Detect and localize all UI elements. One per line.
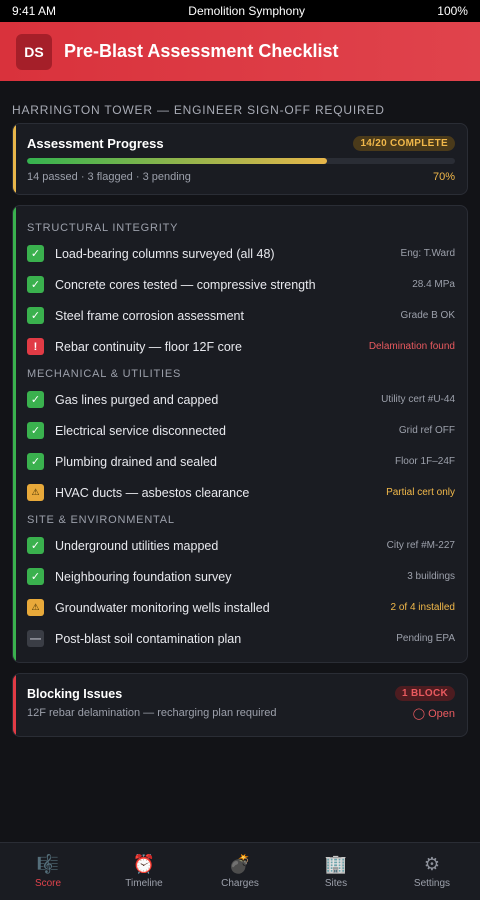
tab-label: Sites xyxy=(324,878,348,889)
progress-card: Assessment Progress 14/20 COMPLETE 14 pa… xyxy=(12,123,468,195)
progress-bar xyxy=(27,158,455,164)
checklist-item[interactable]: — Post-blast soil contamination plan Pendi… xyxy=(27,623,455,654)
checklist-status-icon[interactable]: ✓ xyxy=(27,391,44,408)
status-time: 9:41 AM xyxy=(12,4,57,18)
tab-timeline[interactable]: ⏰ Timeline xyxy=(96,843,192,900)
checklist-status-icon[interactable]: ⚠ xyxy=(27,599,44,616)
checklist-item[interactable]: ⚠ Groundwater monitoring wells installed 2… xyxy=(27,592,455,623)
checklist-item-meta: Floor 1F–24F xyxy=(394,456,455,467)
checklist-item-label: HVAC ducts — asbestos clearance xyxy=(55,485,250,500)
checklist-item-meta: City ref #M-227 xyxy=(386,540,455,551)
checklist-status-icon[interactable]: ✓ xyxy=(27,568,44,585)
checklist-item-meta: 3 buildings xyxy=(407,571,455,582)
checklist-item-label: Gas lines purged and capped xyxy=(55,392,219,407)
checklist-status-icon[interactable]: ! xyxy=(27,338,44,355)
checklist-item-meta: Grade B OK xyxy=(400,310,455,321)
checklist-item-meta: Utility cert #U-44 xyxy=(381,394,455,405)
checklist-item-label: Groundwater monitoring wells installed xyxy=(55,600,270,615)
blocking-description: 12F rebar delamination — recharging plan… xyxy=(27,707,277,719)
checklist-item-meta: 28.4 MPa xyxy=(412,279,455,290)
checklist-status-icon[interactable]: — xyxy=(27,630,44,647)
progress-title: Assessment Progress xyxy=(27,136,164,151)
checklist-item-meta: 2 of 4 installed xyxy=(390,602,456,613)
checklist-status-icon[interactable]: ✓ xyxy=(27,453,44,470)
checklist-item-label: Plumbing drained and sealed xyxy=(55,454,217,469)
charges-icon: 💣 xyxy=(228,854,252,874)
checklist-item-label: Electrical service disconnected xyxy=(55,423,226,438)
tab-settings[interactable]: ⚙ Settings xyxy=(384,843,480,900)
checklist-item[interactable]: ✓ Underground utilities mapped City ref #M… xyxy=(27,530,455,561)
checklist-item[interactable]: ! Rebar continuity — floor 12F core Delami… xyxy=(27,331,455,362)
checklist-item[interactable]: ✓ Concrete cores tested — compressive str… xyxy=(27,269,455,300)
checklist-status-icon[interactable]: ✓ xyxy=(27,422,44,439)
checklist-status-icon[interactable]: ✓ xyxy=(27,245,44,262)
checklist-item-meta: Eng: T.Ward xyxy=(400,248,455,259)
checklist-item-meta: Partial cert only xyxy=(386,487,455,498)
checklist-item-meta: Pending EPA xyxy=(396,633,455,644)
progress-percent: 70% xyxy=(432,171,455,183)
tab-label: Timeline xyxy=(125,878,163,889)
checklist-item[interactable]: ✓ Electrical service disconnected Grid ref… xyxy=(27,415,455,446)
checklist-item-label: Load-bearing columns surveyed (all 48) xyxy=(55,246,275,261)
checklist-item-meta: Grid ref OFF xyxy=(398,425,455,436)
checklist-card: STRUCTURAL INTEGRITY ✓ Load-bearing column… xyxy=(12,205,468,663)
settings-icon: ⚙ xyxy=(423,854,441,874)
bottom-tab-bar: 🎼 Score ⏰ Timeline 💣 Charges 🏢 Sites ⚙ Settings xyxy=(0,842,480,900)
checklist-item-label: Post-blast soil contamination plan xyxy=(55,631,242,646)
sites-icon: 🏢 xyxy=(324,854,348,874)
checklist-item[interactable]: ✓ Load-bearing columns surveyed (all 48) E… xyxy=(27,238,455,269)
checklist-status-icon[interactable]: ✓ xyxy=(27,307,44,324)
status-carrier: Demolition Symphony xyxy=(188,4,306,18)
checklist-item-label: Steel frame corrosion assessment xyxy=(55,308,244,323)
tab-sites[interactable]: 🏢 Sites xyxy=(288,843,384,900)
checklist-group-title: MECHANICAL & UTILITIES xyxy=(27,368,182,380)
tab-charges[interactable]: 💣 Charges xyxy=(192,843,288,900)
app-header: DS Pre-Blast Assessment Checklist xyxy=(0,22,480,81)
checklist-accent xyxy=(13,206,16,662)
app-logo-badge: DS xyxy=(16,33,52,70)
checklist-group-title: SITE & ENVIRONMENTAL xyxy=(27,514,175,526)
checklist-status-icon[interactable]: ⚠ xyxy=(27,484,44,501)
checklist-item-label: Underground utilities mapped xyxy=(55,538,219,553)
checklist-item[interactable]: ✓ Gas lines purged and capped Utility cert… xyxy=(27,384,455,415)
progress-badge: 14/20 COMPLETE xyxy=(353,136,455,151)
checklist-item-label: Rebar continuity — floor 12F core xyxy=(55,339,242,354)
checklist-item[interactable]: ✓ Plumbing drained and sealed Floor 1F–24F xyxy=(27,446,455,477)
checklist-status-icon[interactable]: ✓ xyxy=(27,537,44,554)
checklist-item-label: Concrete cores tested — compressive stre… xyxy=(55,277,316,292)
tab-score[interactable]: 🎼 Score xyxy=(0,843,96,900)
blocking-badge: 1 BLOCK xyxy=(395,686,455,701)
progress-accent xyxy=(13,124,16,194)
progress-summary: 14 passed · 3 flagged · 3 pending xyxy=(27,171,191,183)
blocking-issues-card[interactable]: Blocking Issues 1 BLOCK 12F rebar delami… xyxy=(12,673,468,737)
blocking-state: ◯ Open xyxy=(412,708,455,720)
status-bar: 9:41 AM Demolition Symphony 100% xyxy=(0,0,480,22)
checklist-status-icon[interactable]: ✓ xyxy=(27,276,44,293)
tab-label: Score xyxy=(34,878,62,889)
score-icon: 🎼 xyxy=(36,854,60,874)
page-title: Pre-Blast Assessment Checklist xyxy=(64,41,339,61)
blocking-title: Blocking Issues xyxy=(27,686,123,701)
checklist-item-meta: Delamination found xyxy=(368,341,455,352)
tab-label: Charges xyxy=(221,878,259,889)
checklist-item[interactable]: ⚠ HVAC ducts — asbestos clearance Partial … xyxy=(27,477,455,508)
timeline-icon: ⏰ xyxy=(132,854,156,874)
blocking-accent xyxy=(13,674,16,736)
checklist-groups: STRUCTURAL INTEGRITY ✓ Load-bearing column… xyxy=(27,218,455,654)
progress-bar-fill xyxy=(27,158,327,164)
checklist-item-label: Neighbouring foundation survey xyxy=(55,569,232,584)
tab-label: Settings xyxy=(413,878,451,889)
checklist-item[interactable]: ✓ Neighbouring foundation survey 3 buildin… xyxy=(27,561,455,592)
project-subtitle: HARRINGTON TOWER — ENGINEER SIGN-OFF REQ… xyxy=(12,103,385,117)
checklist-item[interactable]: ✓ Steel frame corrosion assessment Grade B… xyxy=(27,300,455,331)
checklist-group-title: STRUCTURAL INTEGRITY xyxy=(27,222,179,234)
status-battery: 100% xyxy=(437,4,468,18)
